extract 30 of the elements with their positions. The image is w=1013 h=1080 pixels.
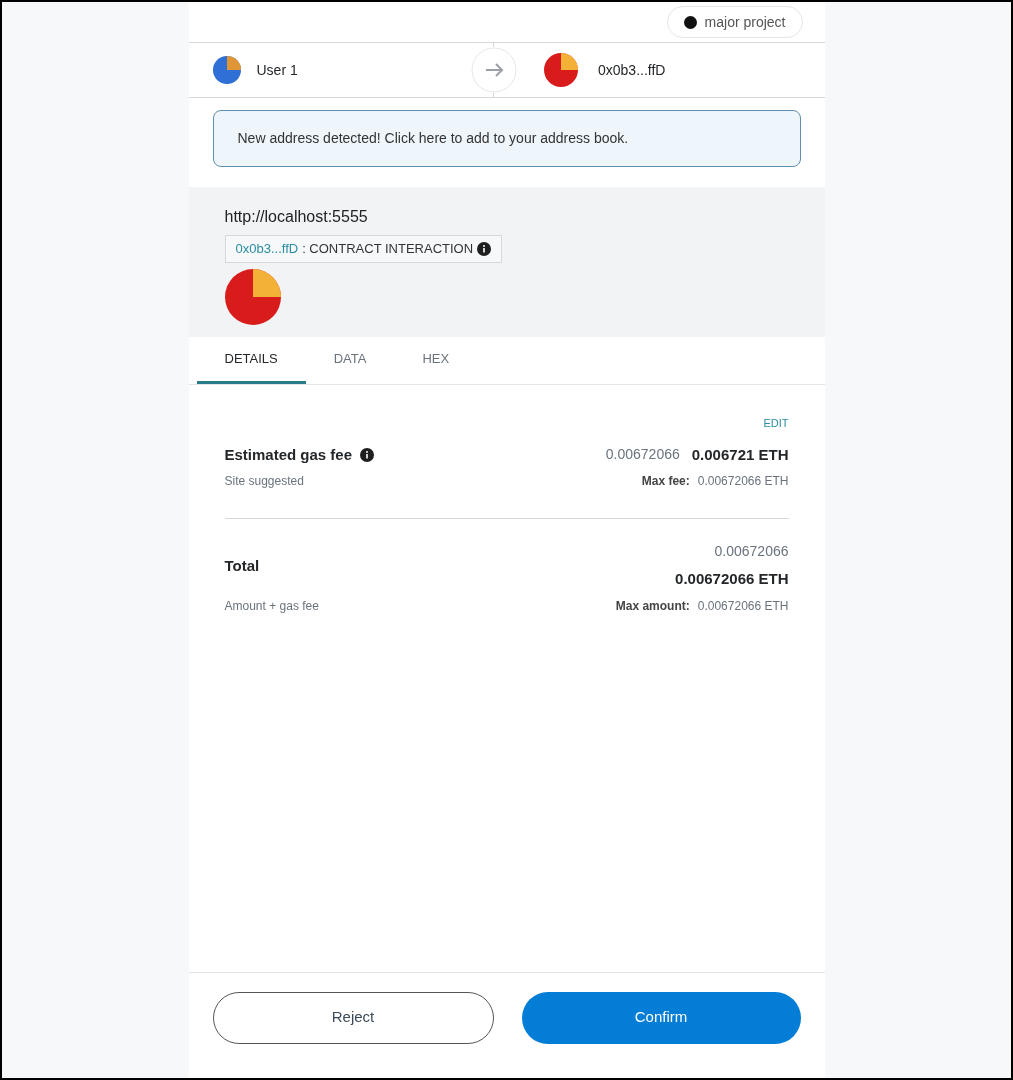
contract-action: : CONTRACT INTERACTION [302,240,474,259]
recipient-address: 0x0b3...ffD [598,60,666,80]
max-value: 0.00672066 ETH [697,597,789,615]
total-primary-value: 0.00672066 ETH [675,569,789,589]
tab[interactable]: HEX [394,337,478,384]
sublabel: Site suggested [224,473,304,490]
total-label: Total [224,555,260,576]
total-secondary-value: 0.00672066 [714,542,789,561]
account-avatar [212,56,241,84]
info-icon[interactable] [360,447,375,462]
reject-button[interactable]: Reject [212,991,494,1044]
sublabel: Amount + gas fee [224,597,319,615]
fee-label: Estimated gas fee [224,444,353,465]
max-value: 0.00672066 ETH [697,473,789,490]
contract-avatar [224,269,281,325]
arrow-icon [470,47,517,93]
site-origin: http://localhost:5555 [224,207,368,227]
address-alert[interactable]: New address detected! Click here to add to your address book. [212,110,801,167]
tab[interactable]: DETAILS [196,337,306,384]
recipient-avatar [544,53,578,87]
info-icon[interactable] [477,242,492,256]
edit-link[interactable]: EDIT [763,415,789,432]
max-label: Max fee: [641,473,690,490]
sender-name: User 1 [256,60,298,80]
contract-address-link[interactable]: 0x0b3...ffD [235,239,299,259]
fee-primary-value: 0.006721 ETH [691,444,789,465]
confirm-button[interactable]: Confirm [521,991,801,1044]
fee-secondary-value: 0.00672066 [605,445,680,465]
tab[interactable]: DATA [305,337,395,384]
max-label: Max amount: [615,597,690,615]
